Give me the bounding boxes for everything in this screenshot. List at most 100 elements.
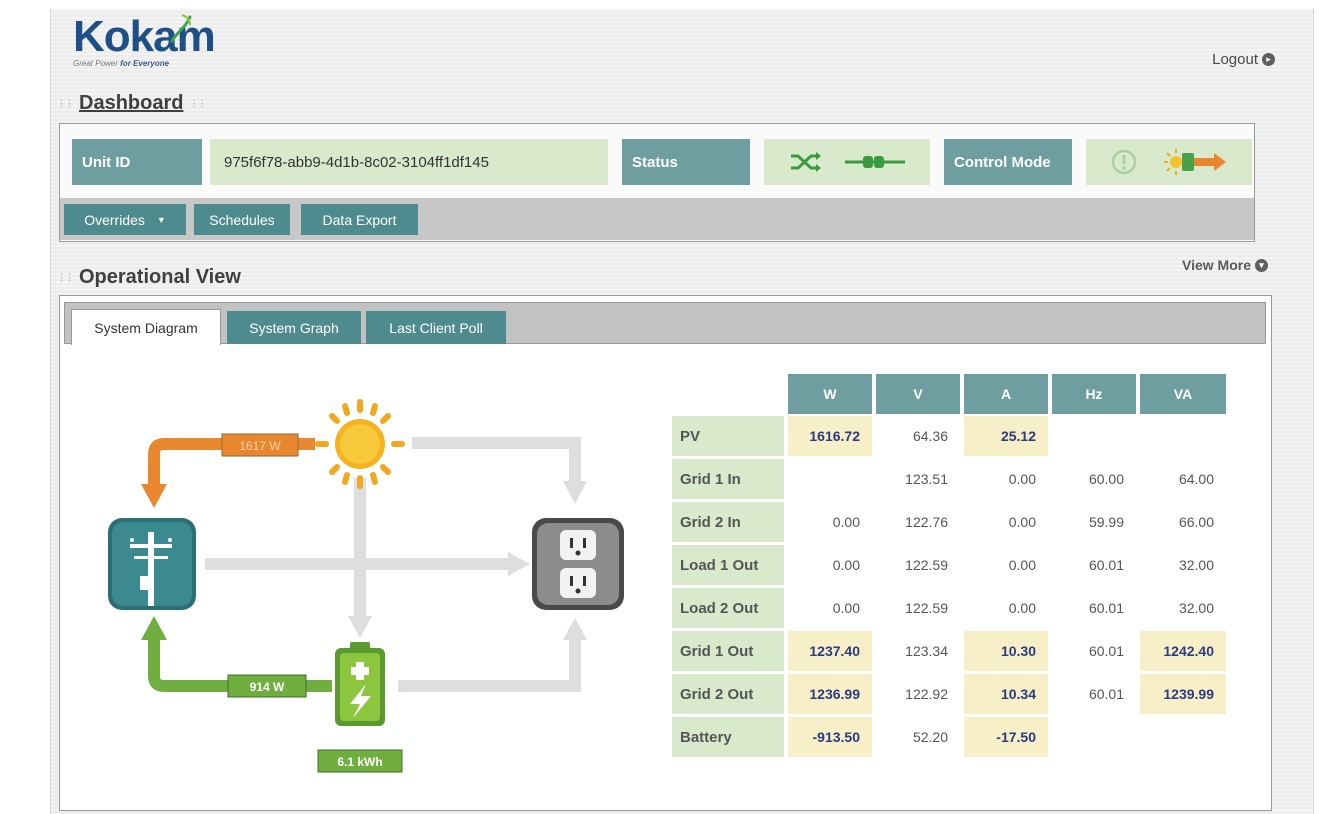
logout-label: Logout xyxy=(1212,51,1258,68)
row-label: Grid 1 Out xyxy=(672,631,784,671)
table-cell: 122.92 xyxy=(905,686,948,702)
arrow-right-icon: ▸ xyxy=(1262,53,1275,66)
leaf-icon xyxy=(170,14,192,43)
table-cell: -17.50 xyxy=(964,717,1048,757)
table-cell xyxy=(1052,416,1136,456)
table-cell: 0.00 xyxy=(1008,514,1036,530)
table-cell: 1616.72 xyxy=(788,416,872,456)
row-label: Grid 2 Out xyxy=(672,674,784,714)
grip-icon: ⋮⋮ xyxy=(189,98,206,108)
table-cell: 60.01 xyxy=(1088,686,1124,702)
table-cell: 0.00 xyxy=(1008,557,1036,573)
view-more-link[interactable]: View More ▾ xyxy=(1182,257,1268,273)
dashboard-title-text: Dashboard xyxy=(79,92,184,114)
plug-icon xyxy=(845,156,905,168)
table-cell: 60.00 xyxy=(1088,471,1124,487)
system-diagram: 1617 W 914 W 6.1 kWh xyxy=(108,399,624,773)
overrides-dropdown[interactable]: Overrides ▼ xyxy=(64,204,186,235)
operational-view-title-text: Operational View xyxy=(79,266,241,288)
unit-panel: Unit ID 975f6f78-abb9-4d1b-8c02-3104ff1d… xyxy=(59,123,1255,242)
status-label: Status xyxy=(622,139,750,185)
battery-energy-label: 6.1 kWh xyxy=(337,755,382,769)
column-header: VA xyxy=(1140,374,1226,414)
schedules-button[interactable]: Schedules xyxy=(194,204,290,235)
table-cell: 0.00 xyxy=(1008,471,1036,487)
gray-flow-arrows xyxy=(205,437,587,692)
tab-last-client-poll[interactable]: Last Client Poll xyxy=(366,311,506,344)
overrides-label: Overrides xyxy=(84,211,145,228)
row-label: Grid 2 In xyxy=(672,502,784,542)
control-mode-icons xyxy=(1086,139,1252,185)
status-icons xyxy=(764,139,930,185)
table-cell: 64.36 xyxy=(912,428,948,444)
table-cell: 10.30 xyxy=(964,631,1048,671)
table-cell: 1237.40 xyxy=(788,631,872,671)
tab-system-diagram[interactable]: System Diagram xyxy=(71,309,221,345)
table-cell: 10.34 xyxy=(964,674,1048,714)
table-cell: 0.00 xyxy=(1008,600,1036,616)
unit-toolbar: Overrides ▼ Schedules Data Export xyxy=(60,198,1254,240)
table-cell: 1242.40 xyxy=(1140,631,1226,671)
table-cell: 59.99 xyxy=(1088,514,1124,530)
solar-charge-icon xyxy=(1164,149,1226,175)
table-cell: 52.20 xyxy=(912,729,948,745)
pv-power-label: 1617 W xyxy=(239,439,281,453)
warning-circle-icon xyxy=(1111,149,1137,175)
chevron-down-icon: ▾ xyxy=(1255,258,1268,272)
table-cell: 122.59 xyxy=(905,557,948,573)
tab-bar: System Diagram System Graph Last Client … xyxy=(64,302,1266,345)
grip-icon: ⋮⋮ xyxy=(57,98,74,108)
table-cell: 25.12 xyxy=(964,416,1048,456)
battery-icon xyxy=(335,642,385,726)
table-cell: 122.76 xyxy=(905,514,948,530)
table-cell xyxy=(1140,416,1226,456)
kokam-logo: Kokam Great Power for Everyone xyxy=(73,14,216,68)
table-cell: 66.00 xyxy=(1178,514,1214,530)
view-more-label: View More xyxy=(1182,257,1251,273)
control-mode-label: Control Mode xyxy=(944,139,1072,185)
table-cell: 123.34 xyxy=(905,643,948,659)
grid-power-label: 914 W xyxy=(250,680,285,694)
dashboard-title: ⋮⋮ Dashboard ⋮⋮ xyxy=(57,92,206,115)
table-cell: 1236.99 xyxy=(788,674,872,714)
table-cell xyxy=(788,459,872,499)
table-cell: 122.59 xyxy=(905,600,948,616)
table-cell xyxy=(1140,717,1226,757)
unit-id-value: 975f6f78-abb9-4d1b-8c02-3104ff1df145 xyxy=(210,139,608,185)
table-cell: 32.00 xyxy=(1178,557,1214,573)
table-cell: -913.50 xyxy=(788,717,872,757)
operational-panel: System Diagram System Graph Last Client … xyxy=(59,295,1272,811)
table-cell: 64.00 xyxy=(1178,471,1214,487)
table-cell xyxy=(1052,717,1136,757)
row-label: Load 1 Out xyxy=(672,545,784,585)
table-cell: 60.01 xyxy=(1088,557,1124,573)
caret-down-icon: ▼ xyxy=(156,214,166,225)
data-export-button[interactable]: Data Export xyxy=(301,204,418,235)
tab-system-graph[interactable]: System Graph xyxy=(227,311,361,344)
table-cell: 0.00 xyxy=(832,514,860,530)
dashboard-page: Kokam Great Power for Everyone Logout ▸ … xyxy=(50,9,1314,814)
table-cell: 0.00 xyxy=(832,600,860,616)
utility-pole-icon xyxy=(108,518,196,610)
column-header: A xyxy=(964,374,1048,414)
column-header: V xyxy=(876,374,960,414)
table-cell: 60.01 xyxy=(1088,643,1124,659)
row-label: Battery xyxy=(672,717,784,757)
logout-link[interactable]: Logout ▸ xyxy=(1212,51,1275,68)
table-cell: 123.51 xyxy=(905,471,948,487)
power-outlet-icon xyxy=(532,518,624,610)
table-cell: 60.01 xyxy=(1088,600,1124,616)
sun-icon xyxy=(315,399,405,489)
table-cell: 1239.99 xyxy=(1140,674,1226,714)
column-header: W xyxy=(788,374,872,414)
shuffle-icon xyxy=(791,152,821,172)
grip-icon: ⋮⋮ xyxy=(57,272,74,282)
row-label: PV xyxy=(672,416,784,456)
unit-id-label: Unit ID xyxy=(72,139,202,185)
column-header: Hz xyxy=(1052,374,1136,414)
row-label: Grid 1 In xyxy=(672,459,784,499)
table-cell: 0.00 xyxy=(832,557,860,573)
table-cell: 32.00 xyxy=(1178,600,1214,616)
row-label: Load 2 Out xyxy=(672,588,784,628)
operational-view-title: ⋮⋮ Operational View xyxy=(57,266,241,289)
